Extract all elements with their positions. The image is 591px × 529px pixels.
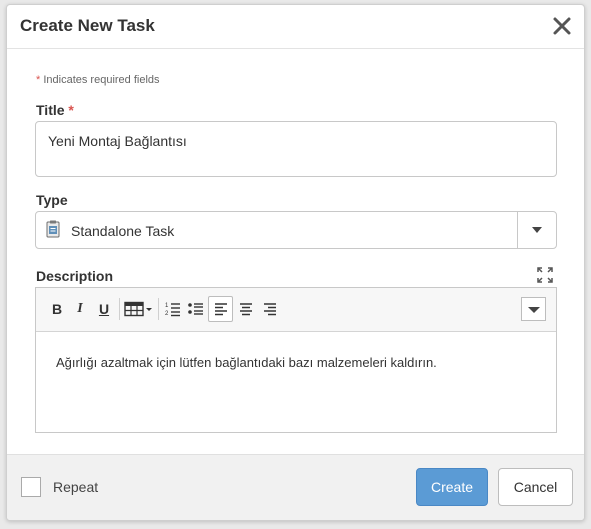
svg-text:1: 1 — [165, 303, 169, 309]
bullet-list-icon — [188, 303, 203, 315]
underline-label: U — [98, 301, 110, 317]
task-clipboard-icon — [46, 220, 60, 238]
repeat-label: Repeat — [53, 479, 99, 495]
dialog-header: Create New Task — [7, 5, 584, 49]
toolbar-more-dropdown[interactable] — [521, 297, 546, 321]
dialog-footer: Repeat Create Cancel — [7, 454, 584, 520]
type-dropdown-button[interactable] — [517, 212, 556, 248]
italic-label: I — [77, 301, 83, 316]
table-icon — [124, 301, 152, 317]
italic-button[interactable]: I — [69, 296, 91, 322]
underline-button[interactable]: U — [93, 296, 115, 322]
required-note-text: Indicates required fields — [43, 74, 160, 86]
table-button[interactable] — [123, 296, 155, 322]
align-center-icon — [240, 303, 252, 316]
create-task-dialog: Create New Task * Indicates required fie… — [6, 4, 585, 521]
title-required-star: * — [68, 102, 74, 118]
close-icon[interactable] — [552, 14, 572, 38]
chevron-down-icon — [528, 307, 540, 313]
description-editor: B I U 1 2 Ağırlığı azaltmak için lütfen … — [35, 287, 557, 433]
required-star: * — [36, 74, 41, 86]
svg-text:2: 2 — [165, 311, 169, 317]
title-label: Title * — [36, 102, 74, 118]
editor-toolbar: B I U 1 2 — [36, 288, 556, 332]
align-left-button[interactable] — [208, 296, 233, 322]
title-label-text: Title — [36, 102, 65, 118]
dialog-title: Create New Task — [20, 16, 155, 35]
align-center-button[interactable] — [235, 296, 257, 322]
repeat-checkbox[interactable] — [21, 477, 41, 497]
type-value: Standalone Task — [71, 223, 175, 239]
cancel-button[interactable]: Cancel — [498, 468, 573, 506]
type-select[interactable]: Standalone Task — [35, 211, 557, 249]
align-right-icon — [264, 303, 276, 316]
toolbar-divider — [158, 298, 159, 320]
description-label: Description — [36, 268, 114, 284]
bold-label: B — [51, 301, 63, 317]
align-left-icon — [214, 303, 227, 316]
required-fields-note: * Indicates required fields — [36, 74, 160, 86]
chevron-down-icon — [532, 227, 542, 233]
type-label: Type — [36, 192, 68, 208]
align-right-button[interactable] — [259, 296, 281, 322]
title-input-value: Yeni Montaj Bağlantısı — [48, 133, 187, 149]
bullet-list-button[interactable] — [185, 296, 207, 322]
bold-button[interactable]: B — [46, 296, 68, 322]
description-text[interactable]: Ağırlığı azaltmak için lütfen bağlantıda… — [56, 355, 536, 370]
create-button[interactable]: Create — [416, 468, 488, 506]
numbered-list-icon: 1 2 — [165, 303, 180, 317]
title-input[interactable]: Yeni Montaj Bağlantısı — [35, 121, 557, 177]
toolbar-divider — [119, 298, 120, 320]
numbered-list-button[interactable]: 1 2 — [162, 296, 184, 322]
expand-icon[interactable] — [537, 267, 553, 283]
